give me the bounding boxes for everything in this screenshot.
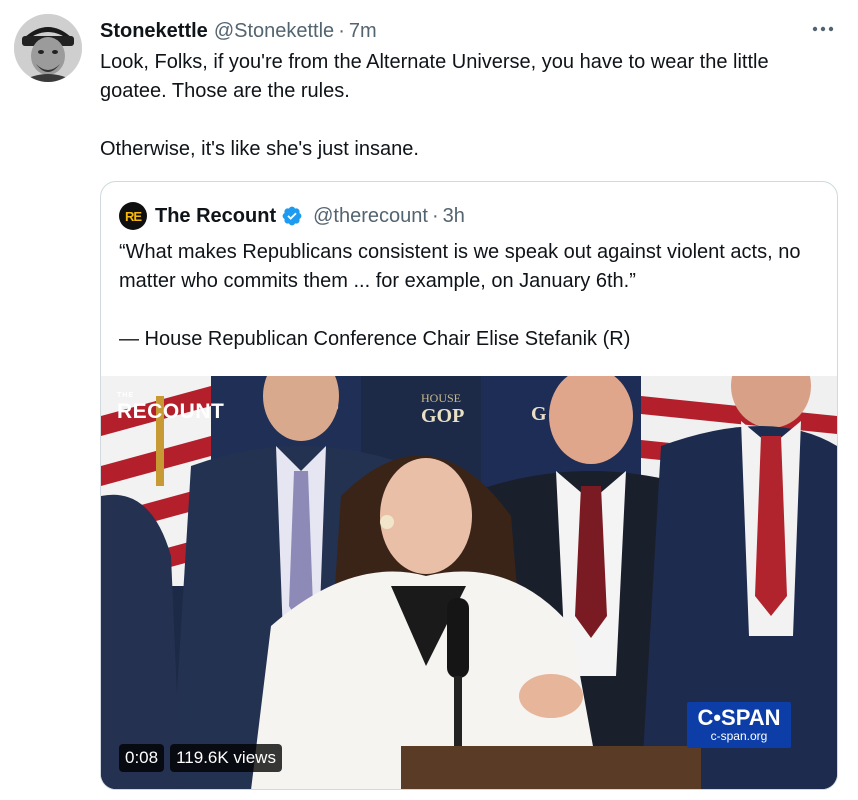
tweet-timestamp[interactable]: 7m bbox=[349, 20, 377, 43]
quoted-author-handle[interactable]: @therecount bbox=[313, 205, 428, 228]
video-view-count: 119.6K views bbox=[170, 744, 282, 772]
cspan-url-text: c-span.org bbox=[710, 729, 768, 743]
quoted-author-name[interactable]: The Recount bbox=[155, 205, 276, 228]
svg-text:G: G bbox=[531, 403, 547, 425]
quoted-author-avatar[interactable]: RE bbox=[119, 202, 147, 230]
tweet-text: Look, Folks, if you're from the Alternat… bbox=[100, 48, 840, 164]
verified-badge-icon bbox=[281, 205, 303, 227]
watermark-text: RECOUNT bbox=[117, 400, 225, 423]
tweet[interactable]: Stonekettle @Stonekettle · 7m Look, Folk… bbox=[0, 0, 858, 800]
more-options-button[interactable] bbox=[810, 16, 836, 42]
cspan-logo-text: C•SPAN bbox=[697, 705, 781, 730]
quoted-tweet-text: “What makes Republicans consistent is we… bbox=[119, 238, 819, 354]
quoted-tweet-paragraph-2: — House Republican Conference Chair Elis… bbox=[119, 328, 631, 350]
quoted-tweet[interactable]: RE The Recount @therecount · 3h “What ma… bbox=[100, 181, 838, 790]
quoted-tweet-paragraph-1: “What makes Republicans consistent is we… bbox=[119, 241, 801, 292]
separator-dot: · bbox=[431, 204, 439, 227]
quoted-tweet-timestamp[interactable]: 3h bbox=[443, 205, 465, 228]
author-avatar-image bbox=[14, 14, 82, 82]
tweet-header: Stonekettle @Stonekettle · 7m bbox=[100, 18, 377, 44]
video-player[interactable]: HOUSE GOP OP G bbox=[101, 376, 837, 789]
recount-watermark: THE RECOUNT bbox=[117, 392, 224, 424]
watermark-small-text: THE bbox=[117, 392, 134, 399]
cspan-logo: C•SPAN c-span.org bbox=[687, 702, 791, 748]
backdrop-text-2: GOP bbox=[421, 405, 464, 427]
quoted-tweet-header: RE The Recount @therecount · 3h bbox=[119, 202, 465, 230]
tweet-text-paragraph-2: Otherwise, it's like she's just insane. bbox=[100, 138, 419, 160]
separator-dot: · bbox=[338, 19, 345, 42]
backdrop-text-1: HOUSE bbox=[421, 391, 461, 405]
video-duration: 0:08 bbox=[119, 744, 165, 772]
author-avatar[interactable] bbox=[14, 14, 82, 82]
author-handle[interactable]: @Stonekettle bbox=[214, 20, 334, 43]
tweet-text-paragraph-1: Look, Folks, if you're from the Alternat… bbox=[100, 51, 769, 102]
more-horizontal-icon bbox=[812, 26, 834, 32]
video-meta: 0:08 119.6K views bbox=[119, 744, 282, 772]
author-name[interactable]: Stonekettle bbox=[100, 20, 208, 43]
